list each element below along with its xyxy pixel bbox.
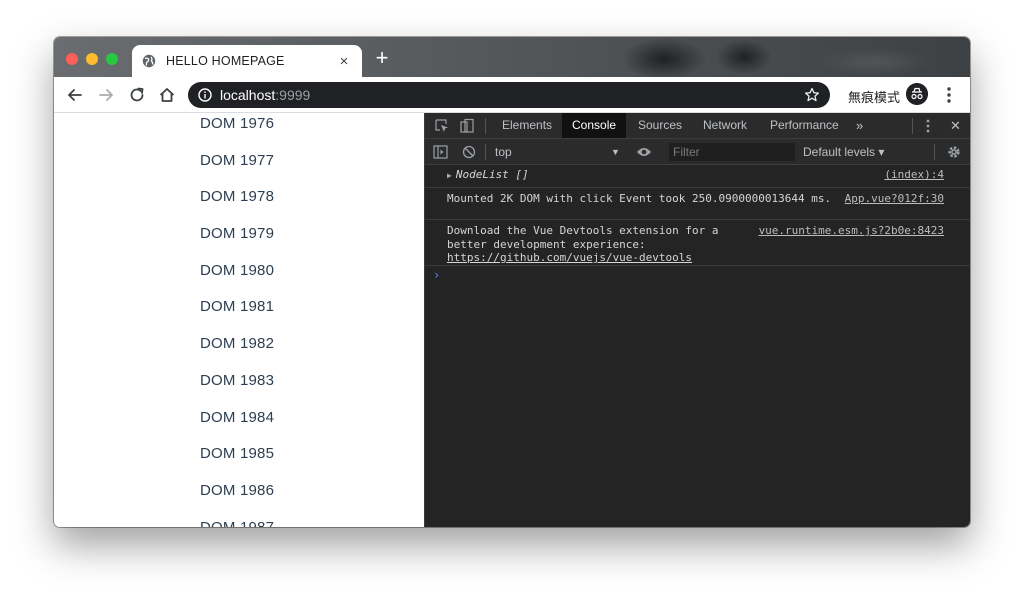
home-icon[interactable] bbox=[157, 85, 177, 105]
page-viewport: DOM 1976 DOM 1977 DOM 1978 DOM 1979 DOM … bbox=[54, 113, 424, 527]
toolbar-divider bbox=[912, 118, 913, 134]
bookmark-star-icon[interactable] bbox=[804, 87, 820, 103]
list-item[interactable]: DOM 1978 bbox=[200, 179, 274, 216]
console-prompt[interactable]: › bbox=[425, 266, 970, 284]
tab-sources[interactable]: Sources bbox=[628, 113, 692, 138]
devtools-close-icon[interactable]: ✕ bbox=[940, 113, 970, 138]
inspect-element-icon[interactable] bbox=[434, 118, 450, 134]
new-tab-button[interactable]: + bbox=[372, 47, 392, 69]
list-item[interactable]: DOM 1982 bbox=[200, 326, 274, 363]
url-host: localhost bbox=[220, 87, 276, 103]
list-item[interactable]: DOM 1984 bbox=[200, 400, 274, 437]
list-item[interactable]: DOM 1981 bbox=[200, 289, 274, 326]
devtools-tabbar: Elements Console Sources Network Perform… bbox=[425, 113, 970, 139]
tab-close-icon[interactable]: × bbox=[336, 53, 352, 70]
address-bar[interactable]: localhost :9999 bbox=[188, 82, 830, 108]
console-toolbar: top ▼ Default levels ▾ bbox=[425, 139, 970, 165]
more-tabs-icon[interactable]: » bbox=[846, 113, 873, 138]
minimize-window-button[interactable] bbox=[86, 53, 98, 65]
tab-elements[interactable]: Elements bbox=[492, 113, 562, 138]
message-url-link[interactable]: https://github.com/vuejs/vue-devtools bbox=[447, 251, 692, 264]
browser-tab[interactable]: HELLO HOMEPAGE × bbox=[132, 45, 362, 77]
title-bar: HELLO HOMEPAGE × + bbox=[54, 37, 970, 77]
devtools-menu-icon[interactable] bbox=[922, 118, 934, 134]
tab-title: HELLO HOMEPAGE bbox=[166, 54, 285, 68]
list-item[interactable]: DOM 1980 bbox=[200, 253, 274, 290]
reload-icon[interactable] bbox=[127, 85, 147, 105]
console-message[interactable]: Mounted 2K DOM with click Event took 250… bbox=[425, 188, 970, 220]
toolbar-divider bbox=[485, 118, 486, 134]
incognito-icon[interactable] bbox=[906, 83, 928, 105]
forward-arrow-icon[interactable] bbox=[96, 85, 116, 105]
list-item[interactable]: DOM 1986 bbox=[200, 473, 274, 510]
list-item[interactable]: DOM 1987 bbox=[200, 510, 274, 527]
globe-icon bbox=[142, 54, 156, 68]
list-item[interactable]: DOM 1985 bbox=[200, 436, 274, 473]
tab-network[interactable]: Network bbox=[693, 113, 757, 138]
log-levels-select[interactable]: Default levels ▾ bbox=[803, 139, 884, 165]
url-port: :9999 bbox=[275, 87, 311, 103]
browser-window: HELLO HOMEPAGE × + localhost :9999 無痕模式 … bbox=[54, 37, 970, 527]
clear-console-icon[interactable] bbox=[462, 145, 476, 159]
message-text: NodeList [] bbox=[455, 168, 529, 181]
message-source-link[interactable]: vue.runtime.esm.js?2b0e:8423 bbox=[759, 224, 944, 238]
tab-performance[interactable]: Performance bbox=[760, 113, 849, 138]
back-arrow-icon[interactable] bbox=[65, 85, 85, 105]
list-item[interactable]: DOM 1977 bbox=[200, 143, 274, 180]
expand-triangle-icon[interactable]: ▶ bbox=[447, 171, 452, 180]
toolbar-divider bbox=[485, 144, 486, 160]
list-item[interactable]: DOM 1976 bbox=[200, 113, 274, 143]
console-output: ▶ NodeList [] (index):4 Mounted 2K DOM wi… bbox=[425, 165, 970, 284]
list-item[interactable]: DOM 1979 bbox=[200, 216, 274, 253]
filter-input[interactable] bbox=[669, 143, 795, 161]
maximize-window-button[interactable] bbox=[106, 53, 118, 65]
close-window-button[interactable] bbox=[66, 53, 78, 65]
console-message[interactable]: Download the Vue Devtools extension for … bbox=[425, 220, 970, 266]
tab-console[interactable]: Console bbox=[562, 113, 627, 138]
list-item[interactable]: DOM 1983 bbox=[200, 363, 274, 400]
message-source-link[interactable]: App.vue?012f:30 bbox=[845, 192, 944, 206]
context-select[interactable]: top bbox=[495, 139, 512, 165]
incognito-label: 無痕模式 bbox=[848, 91, 901, 106]
browser-toolbar: localhost :9999 無痕模式 bbox=[54, 77, 970, 113]
device-toolbar-icon[interactable] bbox=[459, 118, 475, 134]
eye-icon[interactable] bbox=[636, 146, 652, 158]
more-vertical-icon[interactable] bbox=[942, 85, 956, 105]
message-source-link[interactable]: (index):4 bbox=[884, 168, 944, 182]
sidebar-toggle-icon[interactable] bbox=[433, 145, 448, 159]
console-message[interactable]: ▶ NodeList [] (index):4 bbox=[425, 165, 970, 188]
devtools-panel: Elements Console Sources Network Perform… bbox=[424, 113, 970, 527]
info-icon[interactable] bbox=[198, 88, 212, 102]
toolbar-divider bbox=[934, 144, 935, 160]
message-text: Download the Vue Devtools extension for … bbox=[447, 224, 719, 251]
message-text: Mounted 2K DOM with click Event took 250… bbox=[447, 192, 832, 205]
gear-icon[interactable] bbox=[947, 145, 961, 159]
dom-list: DOM 1976 DOM 1977 DOM 1978 DOM 1979 DOM … bbox=[200, 113, 274, 527]
chevron-down-icon[interactable]: ▼ bbox=[611, 139, 620, 165]
